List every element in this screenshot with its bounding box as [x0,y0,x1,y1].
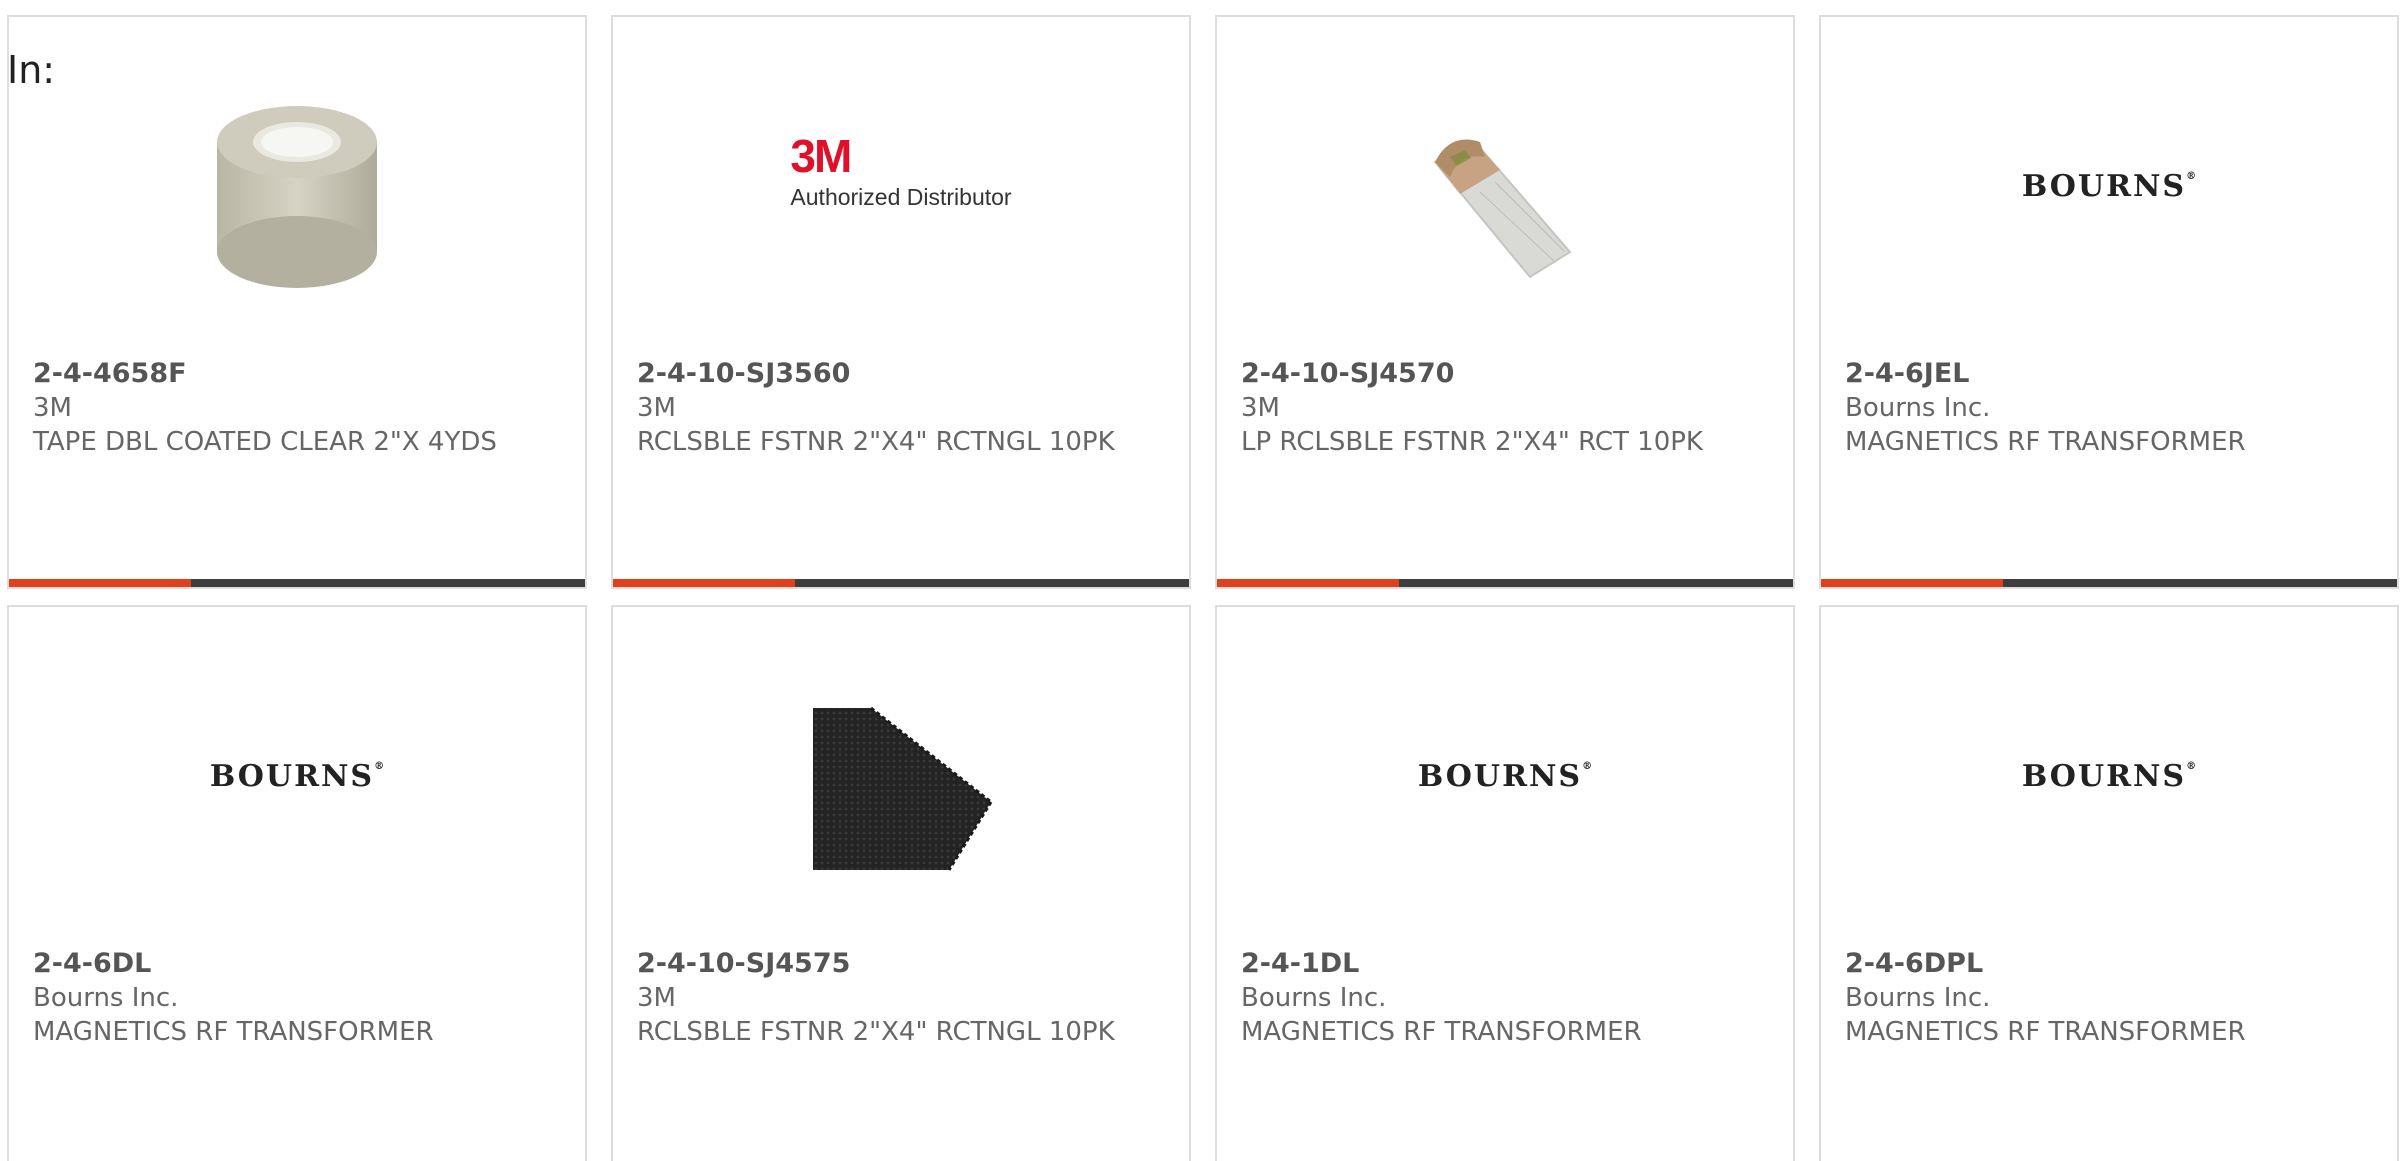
filter-in-label: In: [7,48,56,92]
description: RCLSBLE FSTNR 2"X4" RCTNGL 10PK [637,1017,1115,1047]
registered-mark-icon: ® [2186,760,2197,772]
description: RCLSBLE FSTNR 2"X4" RCTNGL 10PK [637,427,1115,457]
product-image[interactable] [613,667,1189,917]
product-card[interactable]: 2-4-4658F 3M TAPE DBL COATED CLEAR 2"X 4… [7,15,587,589]
product-image[interactable] [9,77,585,327]
card-bottom-bar [9,579,585,587]
product-card[interactable]: BOURNS® 2-4-6DL Bourns Inc. MAGNETICS RF… [7,605,587,1161]
card-bar-accent [1821,579,2003,587]
3m-authorized-distributor-logo: 3M Authorized Distributor [790,129,1012,211]
bourns-logo: BOURNS® [1418,759,1592,794]
registered-mark-icon: ® [1582,760,1593,772]
part-number[interactable]: 2-4-10-SJ3560 [637,357,1169,391]
product-info: 2-4-10-SJ4575 3M RCLSBLE FSTNR 2"X4" RCT… [637,947,1169,1049]
product-info: 2-4-10-SJ3560 3M RCLSBLE FSTNR 2"X4" RCT… [637,357,1169,459]
bourns-logo-text: BOURNS [209,758,375,794]
card-bottom-bar [613,579,1189,587]
product-card[interactable]: 2-4-10-SJ4575 3M RCLSBLE FSTNR 2"X4" RCT… [611,605,1191,1161]
description: MAGNETICS RF TRANSFORMER [1845,1017,2246,1047]
product-card[interactable]: BOURNS® 2-4-1DL Bourns Inc. MAGNETICS RF… [1215,605,1795,1161]
product-grid: 2-4-4658F 3M TAPE DBL COATED CLEAR 2"X 4… [7,15,2399,1161]
3m-logo-mark: 3M [790,129,852,182]
product-image[interactable]: BOURNS® [1217,667,1793,917]
part-number[interactable]: 2-4-6DL [33,947,565,981]
manufacturer: Bourns Inc. [1241,983,1387,1013]
part-number[interactable]: 2-4-4658F [33,357,565,391]
product-image[interactable]: BOURNS® [1821,667,2397,917]
product-card[interactable]: BOURNS® 2-4-6JEL Bourns Inc. MAGNETICS R… [1819,15,2399,589]
manufacturer: 3M [637,393,676,423]
product-card[interactable]: 3M Authorized Distributor 2-4-10-SJ3560 … [611,15,1191,589]
card-bottom-bar [1821,579,2397,587]
card-bar-accent [1217,579,1399,587]
fastener-strip-image [1433,139,1572,279]
card-bottom-bar [1217,579,1793,587]
tape-roll-image [217,106,377,288]
description: MAGNETICS RF TRANSFORMER [1845,427,2246,457]
manufacturer: 3M [637,983,676,1013]
description: LP RCLSBLE FSTNR 2"X4" RCT 10PK [1241,427,1703,457]
manufacturer: 3M [33,393,72,423]
product-image[interactable]: 3M Authorized Distributor [613,77,1189,327]
bourns-logo: BOURNS® [2022,169,2196,204]
part-number[interactable]: 2-4-10-SJ4570 [1241,357,1773,391]
product-image[interactable] [1217,77,1793,327]
black-fastener-image [813,706,993,871]
card-bar-accent [613,579,795,587]
product-card[interactable]: BOURNS® 2-4-6DPL Bourns Inc. MAGNETICS R… [1819,605,2399,1161]
manufacturer: Bourns Inc. [33,983,179,1013]
bourns-logo: BOURNS® [210,759,384,794]
manufacturer: Bourns Inc. [1845,393,1991,423]
product-info: 2-4-6DPL Bourns Inc. MAGNETICS RF TRANSF… [1845,947,2377,1049]
part-number[interactable]: 2-4-6DPL [1845,947,2377,981]
3m-logo-subtext: Authorized Distributor [790,183,1012,210]
part-number[interactable]: 2-4-6JEL [1845,357,2377,391]
part-number[interactable]: 2-4-1DL [1241,947,1773,981]
manufacturer: Bourns Inc. [1845,983,1991,1013]
registered-mark-icon: ® [2186,170,2197,182]
product-card[interactable]: 2-4-10-SJ4570 3M LP RCLSBLE FSTNR 2"X4" … [1215,15,1795,589]
product-info: 2-4-4658F 3M TAPE DBL COATED CLEAR 2"X 4… [33,357,565,459]
product-info: 2-4-10-SJ4570 3M LP RCLSBLE FSTNR 2"X4" … [1241,357,1773,459]
bourns-logo-text: BOURNS [2021,758,2187,794]
product-info: 2-4-1DL Bourns Inc. MAGNETICS RF TRANSFO… [1241,947,1773,1049]
product-image[interactable]: BOURNS® [1821,77,2397,327]
part-number[interactable]: 2-4-10-SJ4575 [637,947,1169,981]
description: MAGNETICS RF TRANSFORMER [1241,1017,1642,1047]
product-results-page: In: 2-4-4658F 3M TAPE DBL COATED CLEAR 2… [0,0,2400,1161]
card-bar-accent [9,579,191,587]
bourns-logo: BOURNS® [2022,759,2196,794]
registered-mark-icon: ® [374,760,385,772]
description: MAGNETICS RF TRANSFORMER [33,1017,434,1047]
bourns-logo-text: BOURNS [1417,758,1583,794]
bourns-logo-text: BOURNS [2021,168,2187,204]
product-info: 2-4-6DL Bourns Inc. MAGNETICS RF TRANSFO… [33,947,565,1049]
manufacturer: 3M [1241,393,1280,423]
product-image[interactable]: BOURNS® [9,667,585,917]
product-info: 2-4-6JEL Bourns Inc. MAGNETICS RF TRANSF… [1845,357,2377,459]
description: TAPE DBL COATED CLEAR 2"X 4YDS [33,427,497,457]
